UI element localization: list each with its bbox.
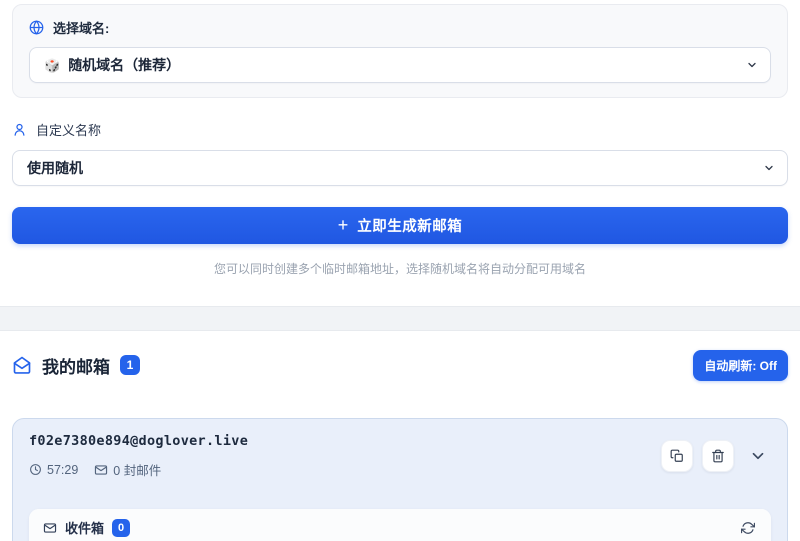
- chevron-down-icon: [746, 59, 758, 71]
- mailbox-card: f02e7380e894@doglover.live 57:29 0 封邮件 收…: [12, 418, 788, 541]
- mail-count-value: 0 封邮件: [113, 464, 162, 478]
- refresh-icon: [741, 521, 755, 535]
- chevron-down-icon: [749, 447, 767, 465]
- auto-refresh-button[interactable]: 自动刷新: Off: [693, 349, 788, 381]
- copy-button[interactable]: [661, 440, 693, 472]
- inbox-card: 收件箱 0: [29, 509, 771, 541]
- section-divider: [0, 306, 800, 331]
- plus-icon: +: [337, 215, 349, 235]
- chevron-down-icon: [763, 162, 775, 174]
- generate-button-label: 立即生成新邮箱: [357, 219, 463, 235]
- mailbox-meta: 57:29 0 封邮件: [29, 460, 248, 479]
- mailboxes-header: 我的邮箱 1 自动刷新: Off: [12, 349, 788, 381]
- domain-select-value: 随机域名（推荐）: [68, 57, 181, 73]
- mailbox-actions: [661, 440, 771, 472]
- inbox-envelope-icon: [43, 521, 57, 535]
- dice-icon: 🎲: [44, 57, 61, 73]
- mailboxes-title-group: 我的邮箱 1: [12, 353, 140, 378]
- mailbox-address: f02e7380e894@doglover.live: [29, 433, 249, 449]
- trash-icon: [711, 449, 725, 463]
- delete-button[interactable]: [702, 440, 734, 472]
- refresh-button[interactable]: [739, 519, 757, 537]
- domain-select[interactable]: 🎲 随机域名（推荐）: [29, 47, 771, 83]
- inbox-header: 收件箱 0: [29, 509, 771, 541]
- name-label: 自定义名称: [36, 123, 102, 138]
- inbox-title: 收件箱: [65, 521, 105, 536]
- domain-label: 选择域名:: [53, 21, 110, 36]
- envelope-open-icon: [12, 355, 32, 375]
- mail-icon: [94, 463, 108, 477]
- clock-icon: [29, 463, 42, 476]
- name-select-value: 使用随机: [27, 160, 83, 176]
- copy-icon: [670, 449, 684, 463]
- helper-text: 您可以同时创建多个临时邮箱地址，选择随机域名将自动分配可用域名: [213, 262, 586, 276]
- inbox-title-group: 收件箱 0: [43, 518, 131, 537]
- mailbox-info: f02e7380e894@doglover.live 57:29 0 封邮件: [29, 433, 248, 479]
- name-label-row: 自定义名称: [12, 120, 788, 139]
- mailbox-card-header: f02e7380e894@doglover.live 57:29 0 封邮件: [29, 433, 771, 479]
- inbox-count-badge: 0: [112, 518, 131, 537]
- time-remaining: 57:29: [29, 463, 78, 477]
- custom-name-section: 自定义名称 使用随机: [12, 120, 788, 186]
- name-select[interactable]: 使用随机: [12, 150, 788, 186]
- mail-count: 0 封邮件: [94, 460, 161, 479]
- mailboxes-title: 我的邮箱: [42, 357, 110, 377]
- user-icon: [12, 122, 27, 137]
- domain-card: 选择域名: 🎲 随机域名（推荐）: [12, 4, 788, 98]
- mailbox-count-badge: 1: [120, 355, 140, 375]
- temp-mail-page: 选择域名: 🎲 随机域名（推荐） 自定义名称 使用随机 + 立即生成新邮箱 您可…: [0, 0, 800, 541]
- globe-icon: [29, 20, 44, 35]
- time-remaining-value: 57:29: [47, 462, 79, 477]
- collapse-button[interactable]: [745, 443, 771, 469]
- domain-label-row: 选择域名:: [29, 18, 771, 37]
- generate-mailbox-button[interactable]: + 立即生成新邮箱: [12, 207, 788, 244]
